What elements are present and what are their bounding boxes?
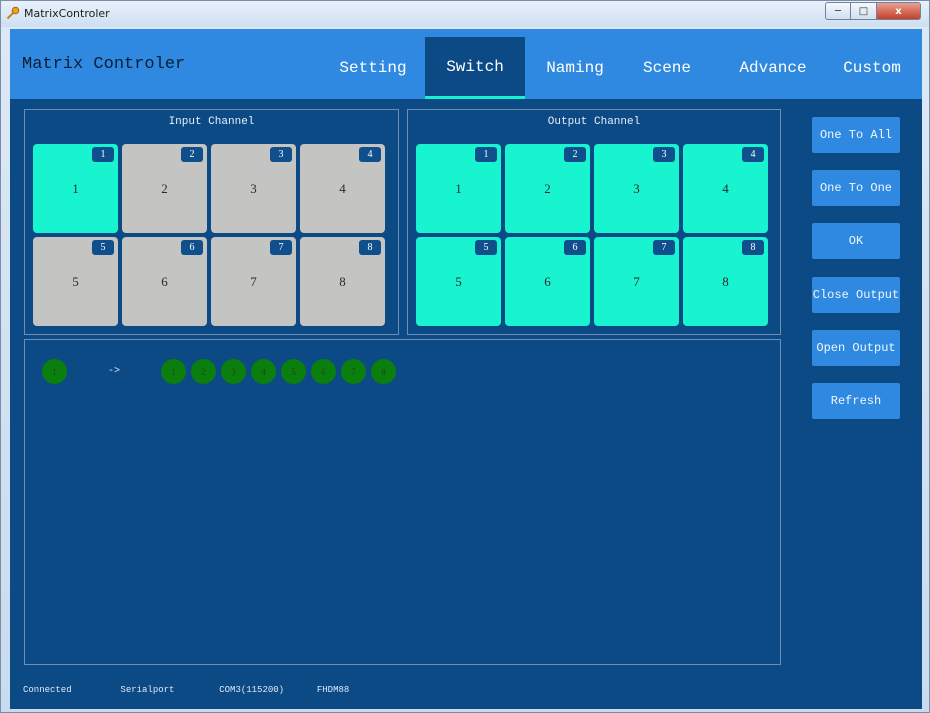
output-channel-tile[interactable]: 11 xyxy=(416,144,501,233)
app-client-area: Matrix Controler Setting Switch Naming S… xyxy=(10,29,922,709)
output-channel-label: 1 xyxy=(455,180,462,196)
input-channel-label: 2 xyxy=(161,180,168,196)
route-output-dot: 8 xyxy=(371,359,396,384)
input-channel-label: 6 xyxy=(161,273,168,289)
input-channel-badge: 2 xyxy=(181,147,203,162)
output-channel-badge: 4 xyxy=(742,147,764,162)
output-channel-badge: 7 xyxy=(653,240,675,255)
status-bar: Connected Serialport COM3(115200) FHDM88 xyxy=(23,685,349,695)
routing-log-panel: 1 -> 12345678 xyxy=(24,339,781,665)
route-output-dot: 1 xyxy=(161,359,186,384)
status-connection: Connected xyxy=(23,685,72,695)
tab-advance[interactable]: Advance xyxy=(723,37,823,99)
status-port-type: Serialport xyxy=(120,685,175,695)
output-channel-label: 6 xyxy=(544,273,551,289)
output-channel-badge: 1 xyxy=(475,147,497,162)
input-channel-badge: 4 xyxy=(359,147,381,162)
output-channel-label: 5 xyxy=(455,273,462,289)
input-channel-tile[interactable]: 22 xyxy=(122,144,207,233)
route-output-dot: 6 xyxy=(311,359,336,384)
close-output-button[interactable]: Close Output xyxy=(812,277,900,313)
app-title: Matrix Controler xyxy=(22,55,186,74)
input-channel-tile[interactable]: 11 xyxy=(33,144,118,233)
ok-button[interactable]: OK xyxy=(812,223,900,259)
output-channel-badge: 8 xyxy=(742,240,764,255)
routing-entry: 1 -> 12345678 xyxy=(42,359,396,384)
output-channel-label: 7 xyxy=(633,273,640,289)
window-title: MatrixControler xyxy=(24,7,110,20)
route-output-dot: 7 xyxy=(341,359,366,384)
key-icon xyxy=(6,6,20,20)
route-output-dot: 3 xyxy=(221,359,246,384)
app-header: Matrix Controler Setting Switch Naming S… xyxy=(10,29,922,99)
input-channel-tile[interactable]: 55 xyxy=(33,237,118,326)
output-channel-label: 8 xyxy=(722,273,729,289)
title-bar[interactable]: MatrixControler ─ □ x xyxy=(1,1,929,27)
input-channel-badge: 3 xyxy=(270,147,292,162)
route-output-list: 12345678 xyxy=(161,359,396,384)
input-channel-grid: 1122334455667788 xyxy=(33,144,385,326)
output-channel-badge: 5 xyxy=(475,240,497,255)
input-channel-tile[interactable]: 44 xyxy=(300,144,385,233)
output-channel-badge: 6 xyxy=(564,240,586,255)
route-output-dot: 2 xyxy=(191,359,216,384)
output-channel-tile[interactable]: 22 xyxy=(505,144,590,233)
input-channel-badge: 6 xyxy=(181,240,203,255)
output-channel-label: 3 xyxy=(633,180,640,196)
input-channel-badge: 7 xyxy=(270,240,292,255)
input-channel-label: 7 xyxy=(250,273,257,289)
input-channel-tile[interactable]: 33 xyxy=(211,144,296,233)
output-channel-title: Output Channel xyxy=(547,116,641,128)
input-channel-panel: Input Channel 1122334455667788 xyxy=(24,109,399,335)
minimize-button[interactable]: ─ xyxy=(825,2,851,20)
output-channel-label: 4 xyxy=(722,180,729,196)
tab-custom[interactable]: Custom xyxy=(822,37,922,99)
input-channel-tile[interactable]: 88 xyxy=(300,237,385,326)
output-channel-tile[interactable]: 88 xyxy=(683,237,768,326)
input-channel-badge: 1 xyxy=(92,147,114,162)
input-channel-title: Input Channel xyxy=(168,116,255,128)
output-channel-tile[interactable]: 44 xyxy=(683,144,768,233)
output-channel-badge: 2 xyxy=(564,147,586,162)
status-device: FHDM88 xyxy=(316,685,350,695)
input-channel-label: 1 xyxy=(72,180,79,196)
open-output-button[interactable]: Open Output xyxy=(812,330,900,366)
maximize-button[interactable]: □ xyxy=(851,2,877,20)
output-channel-tile[interactable]: 77 xyxy=(594,237,679,326)
close-button[interactable]: x xyxy=(877,2,921,20)
input-channel-tile[interactable]: 66 xyxy=(122,237,207,326)
tab-scene[interactable]: Scene xyxy=(617,37,717,99)
route-input-dot: 1 xyxy=(42,359,67,384)
input-channel-badge: 5 xyxy=(92,240,114,255)
output-channel-label: 2 xyxy=(544,180,551,196)
input-channel-tile[interactable]: 77 xyxy=(211,237,296,326)
input-channel-label: 3 xyxy=(250,180,257,196)
input-channel-label: 8 xyxy=(339,273,346,289)
output-channel-panel: Output Channel 1122334455667788 xyxy=(407,109,781,335)
one-to-one-button[interactable]: One To One xyxy=(812,170,900,206)
route-arrow: -> xyxy=(107,366,120,377)
app-window: MatrixControler ─ □ x Matrix Controler S… xyxy=(0,0,930,713)
tab-setting[interactable]: Setting xyxy=(323,37,423,99)
status-port: COM3(115200) xyxy=(219,685,285,695)
refresh-button[interactable]: Refresh xyxy=(812,383,900,419)
output-channel-grid: 1122334455667788 xyxy=(416,144,768,326)
one-to-all-button[interactable]: One To All xyxy=(812,117,900,153)
tab-switch[interactable]: Switch xyxy=(425,37,525,99)
input-channel-label: 4 xyxy=(339,180,346,196)
output-channel-tile[interactable]: 55 xyxy=(416,237,501,326)
output-channel-badge: 3 xyxy=(653,147,675,162)
tab-naming[interactable]: Naming xyxy=(525,37,625,99)
route-output-dot: 5 xyxy=(281,359,306,384)
output-channel-tile[interactable]: 66 xyxy=(505,237,590,326)
route-output-dot: 4 xyxy=(251,359,276,384)
input-channel-label: 5 xyxy=(72,273,79,289)
input-channel-badge: 8 xyxy=(359,240,381,255)
output-channel-tile[interactable]: 33 xyxy=(594,144,679,233)
